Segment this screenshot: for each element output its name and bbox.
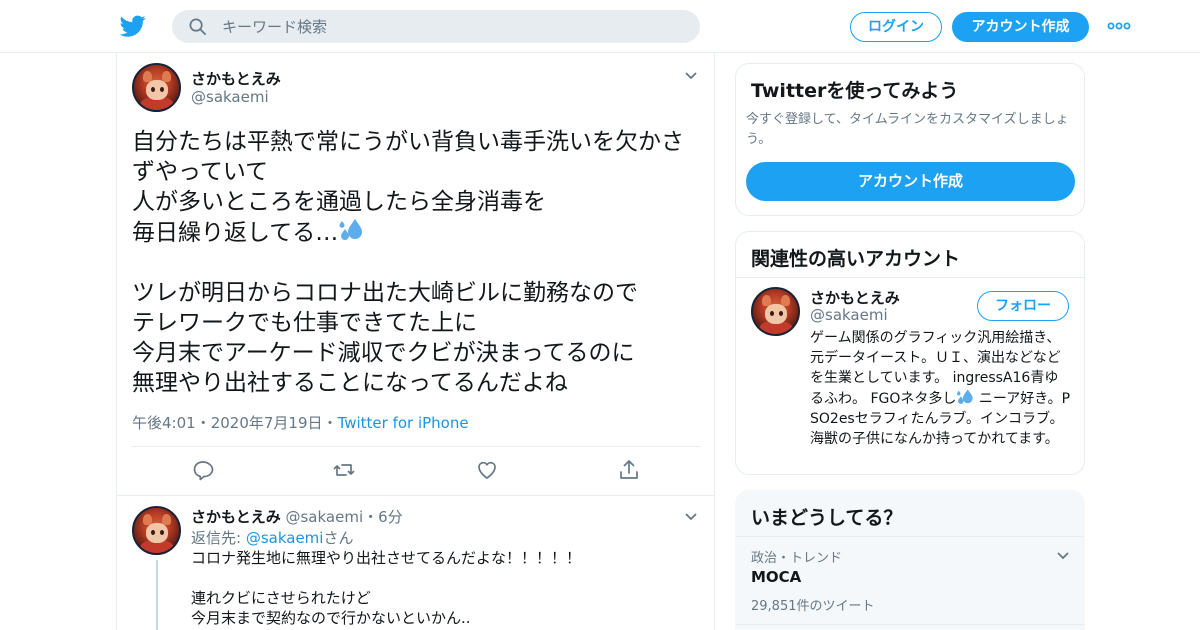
- author-name[interactable]: さかもとえみ: [191, 508, 281, 526]
- avatar[interactable]: [751, 287, 800, 336]
- sweat-droplets-icon: [339, 219, 363, 240]
- reply-to-line: 返信先: @sakaemiさん: [191, 527, 353, 548]
- meta-separator: ・: [363, 508, 379, 526]
- reply-text: コロナ発生地に無理やり出社させてるんだよな！！！！！ 連れクビにさせられたけど …: [191, 549, 582, 627]
- chevron-down-icon[interactable]: [684, 71, 698, 81]
- signup-card: Twitterを使ってみよう 今すぐ登録して、タイムラインをカスタマイズしましょ…: [735, 63, 1085, 216]
- author-name[interactable]: さかもとえみ: [191, 68, 281, 89]
- reply-header: さかもとえみ @sakaemi・6分: [191, 506, 403, 527]
- tweet-text: 自分たちは平熱で常にうがい背負い毒手洗いを欠かさ ずやっていて 人が多いところを…: [132, 127, 702, 398]
- trend-category: 政治・トレンド: [751, 551, 843, 566]
- share-icon[interactable]: [617, 458, 641, 482]
- chevron-down-icon[interactable]: [1056, 551, 1070, 561]
- author-handle[interactable]: @sakaemi: [285, 508, 363, 526]
- search-bar[interactable]: [172, 10, 700, 43]
- tweet-text-part2: ツレが明日からコロナ出た大崎ビルに勤務なので テレワークでも仕事できてた上に 今…: [132, 280, 638, 396]
- more-dots-icon[interactable]: [1107, 18, 1131, 34]
- card-title: 関連性の高いアカウント: [751, 248, 961, 270]
- divider: [736, 624, 1084, 625]
- create-account-button[interactable]: アカウント作成: [746, 162, 1075, 201]
- trend-tweet-count: 29,851件のツイート: [751, 599, 875, 614]
- divider: [132, 446, 700, 447]
- account-handle[interactable]: @sakaemi: [810, 306, 888, 324]
- tweet-age[interactable]: 6分: [378, 508, 403, 526]
- avatar[interactable]: [132, 506, 181, 555]
- account-bio: ゲーム関係のグラフィック汎用絵描き、元データイースト。ＵＩ、演出などなどを生業と…: [810, 328, 1072, 449]
- related-accounts-card: 関連性の高いアカウント さかもとえみ @sakaemi フォロー ゲーム関係のグ…: [735, 231, 1085, 475]
- divider: [736, 277, 1084, 278]
- twitter-bird-icon[interactable]: [120, 13, 146, 39]
- search-input[interactable]: [222, 10, 682, 43]
- tweet-source-link[interactable]: Twitter for iPhone: [338, 414, 469, 432]
- tweet-text-part1: 自分たちは平熱で常にうがい背負い毒手洗いを欠かさ ずやっていて 人が多いところを…: [132, 129, 684, 246]
- reply-to-link[interactable]: @sakaemi: [246, 529, 324, 547]
- search-icon: [189, 18, 206, 35]
- thread-line: [156, 560, 158, 630]
- account-name[interactable]: さかもとえみ: [810, 287, 900, 308]
- chevron-down-icon[interactable]: [684, 512, 698, 522]
- reply-prefix: 返信先:: [191, 529, 246, 547]
- follow-button[interactable]: フォロー: [977, 291, 1069, 321]
- retweet-icon[interactable]: [332, 458, 356, 482]
- like-icon[interactable]: [475, 458, 499, 482]
- tweet-metadata: 午後4:01・2020年7月19日・Twitter for iPhone: [132, 412, 469, 433]
- author-handle[interactable]: @sakaemi: [191, 88, 269, 106]
- meta-separator: ・: [322, 414, 338, 432]
- reply-suffix: さん: [323, 529, 354, 547]
- tweet-actions: [117, 458, 714, 484]
- tweet-date[interactable]: 2020年7月19日: [211, 414, 323, 432]
- top-navigation-bar: ログイン アカウント作成: [0, 0, 1200, 53]
- trend-topic[interactable]: MOCA: [751, 568, 801, 586]
- sweat-droplets-icon: [957, 389, 973, 404]
- tweet-column: さかもとえみ @sakaemi 自分たちは平熱で常にうがい背負い毒手洗いを欠かさ…: [116, 53, 715, 630]
- login-button[interactable]: ログイン: [850, 12, 942, 42]
- reply-icon[interactable]: [191, 458, 215, 482]
- card-description: 今すぐ登録して、タイムラインをカスタマイズしましょう。: [746, 112, 1069, 147]
- meta-separator: ・: [195, 414, 211, 432]
- divider: [736, 536, 1084, 537]
- divider: [117, 495, 714, 496]
- card-title: いまどうしてる？: [751, 507, 903, 529]
- tweet-time[interactable]: 午後4:01: [132, 414, 196, 432]
- trends-card: いまどうしてる？ 政治・トレンド MOCA 29,851件のツイート: [735, 490, 1085, 630]
- signup-button[interactable]: アカウント作成: [952, 12, 1089, 42]
- avatar[interactable]: [132, 63, 181, 112]
- card-title: Twitterを使ってみよう: [751, 80, 959, 102]
